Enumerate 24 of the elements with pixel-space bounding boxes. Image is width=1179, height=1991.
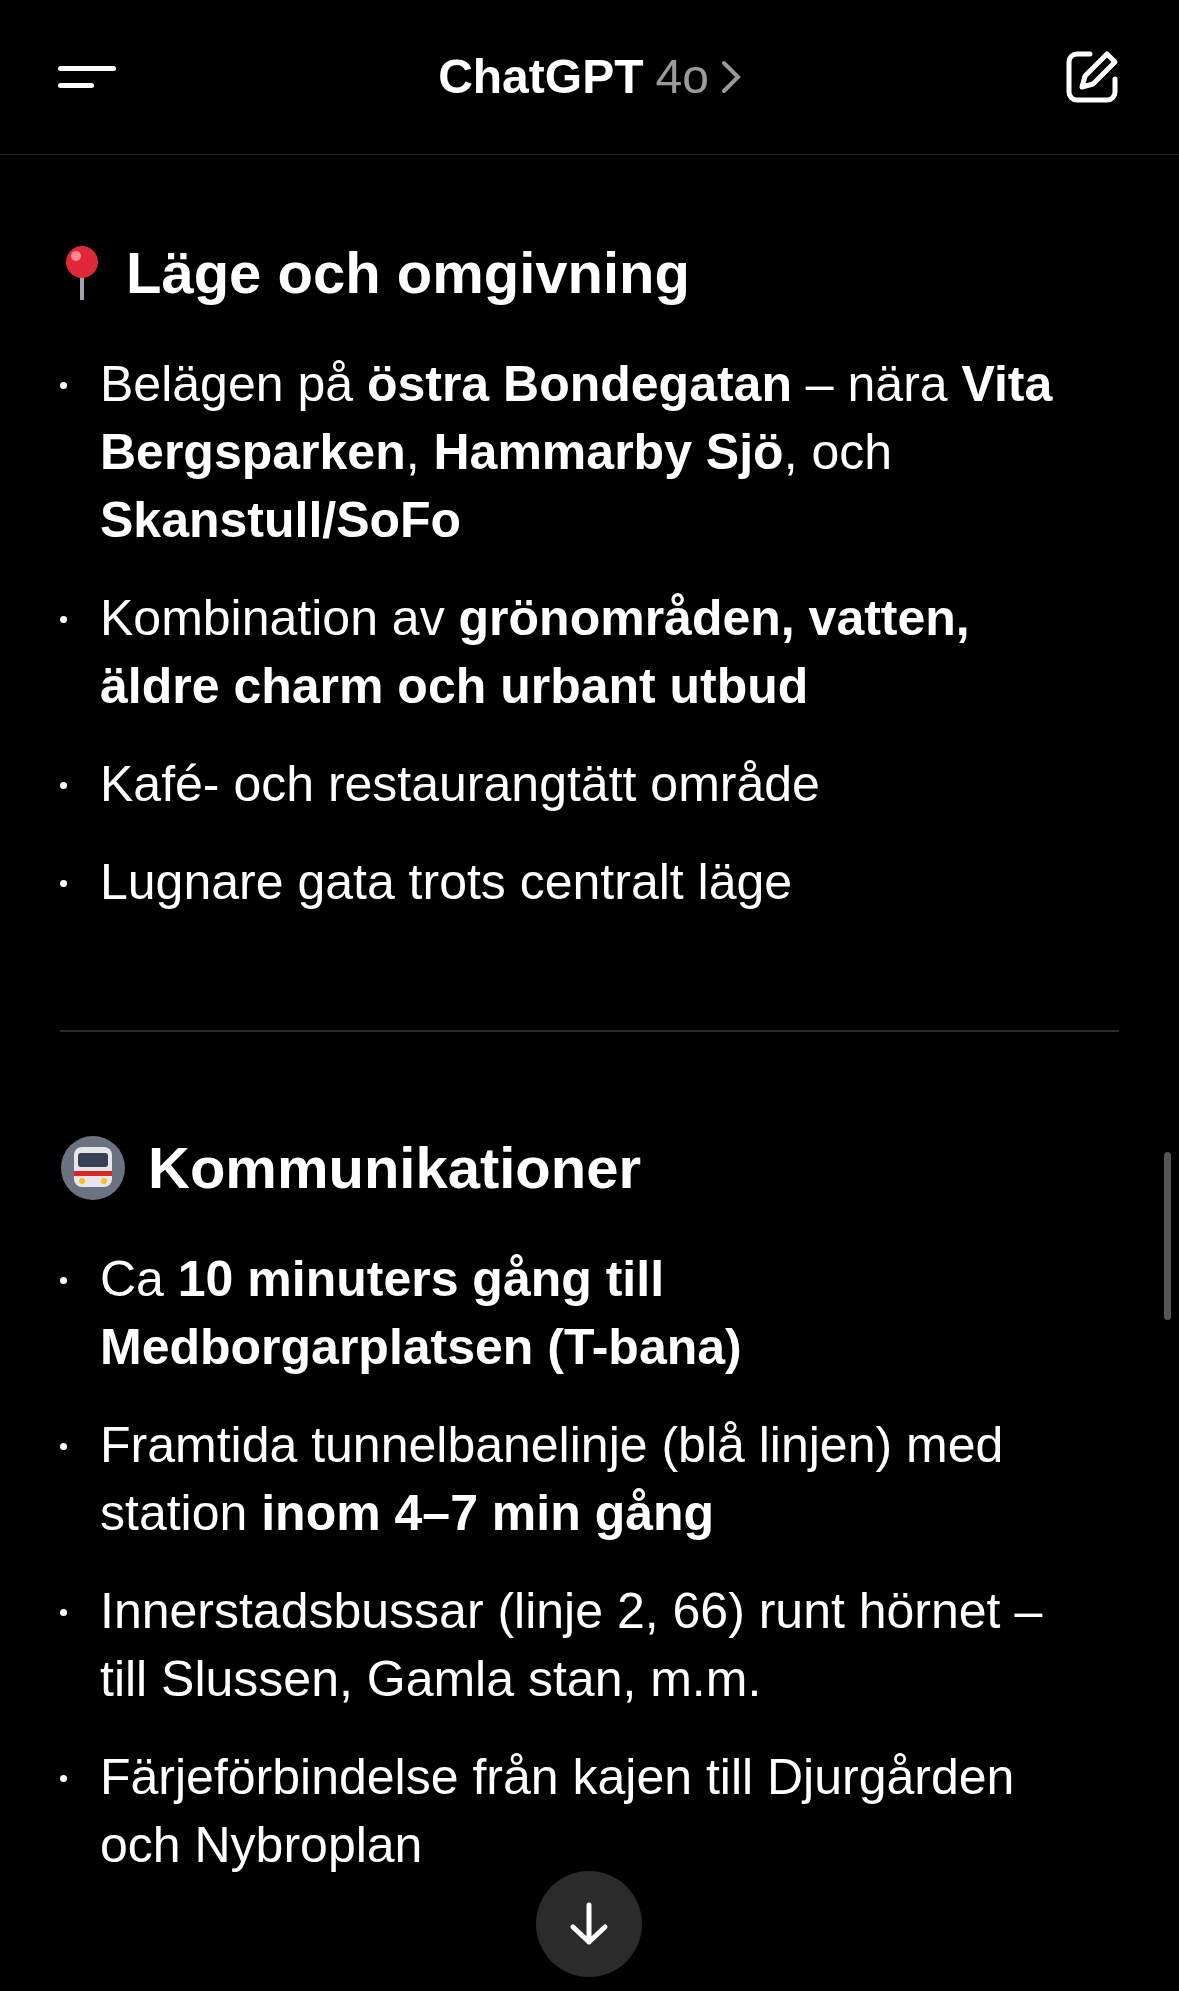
bullet-text: Innerstadsbussar (linje 2, 66) runt hörnet – till Slussen, Gamla stan, m.m. (100, 1582, 1044, 1709)
chevron-right-icon (720, 60, 741, 94)
bullet-icon (60, 616, 67, 623)
model-selector[interactable]: ChatGPT 4o (438, 41, 741, 113)
bullet-icon (60, 880, 67, 887)
arrow-down-icon (569, 1902, 609, 1946)
bullet-icon (60, 1775, 67, 1782)
bullet-icon (60, 1443, 67, 1450)
bullet-text: Färjeförbindelse från kajen till Djurgården och Nybroplan (100, 1748, 1016, 1875)
model-name: 4o (655, 49, 709, 105)
app-title: ChatGPT (438, 49, 644, 105)
bullet-icon (60, 782, 67, 789)
section-heading: Läge och omgivning (126, 239, 690, 307)
train-icon (60, 1135, 126, 1201)
bullet-text: Lugnare gata trots centralt läge (100, 853, 794, 912)
bullet-text: Kafé- och restaurangtätt område (100, 755, 821, 814)
bullet-text: Framtida tunnelbanelinje (blå linjen) med station inom 4–7 min gång (100, 1416, 1005, 1543)
bullet-icon (60, 382, 67, 389)
bullet-icon (60, 1609, 67, 1616)
bullet-text: Ca 10 minuters gång till Medborgarplatsen (T-bana) (100, 1250, 743, 1377)
bullet-icon (60, 1277, 67, 1284)
section-heading: Kommunikationer (148, 1134, 642, 1202)
bullet-text: Belägen på östra Bondegatan – nära Vita Bergsparken, Hammarby Sjö, och Skanstull/SoFo (100, 355, 1054, 550)
bullet-text: Kombination av grönområden, vatten, äldre charm och urbant utbud (100, 589, 971, 716)
